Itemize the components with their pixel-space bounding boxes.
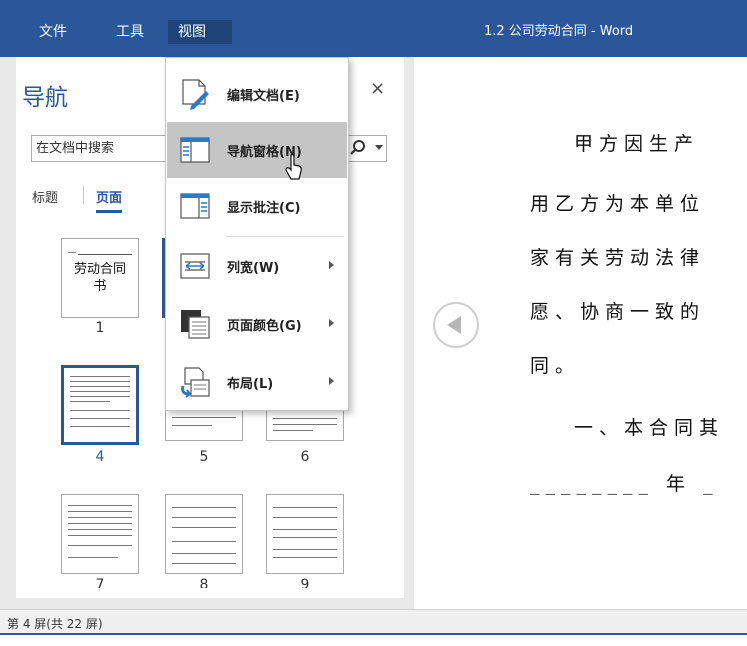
- thumbnail-page-number: 1: [95, 320, 105, 336]
- layout-icon: [181, 367, 210, 398]
- menu-item-label: 布局(L): [227, 377, 274, 392]
- document-text-line: 愿、协商一致的: [530, 301, 706, 323]
- column-width-icon: [180, 253, 210, 279]
- submenu-arrow-icon: [329, 261, 334, 269]
- menu-item-layout[interactable]: 布局(L): [167, 354, 347, 410]
- menu-item-label: 显示批注(C): [227, 201, 301, 216]
- page-thumbnail-4[interactable]: [61, 365, 139, 445]
- mouse-pointer-icon: [285, 154, 302, 180]
- document-text-line: 同。: [530, 355, 581, 377]
- menu-item-page-color[interactable]: 页面颜色(G): [167, 296, 347, 352]
- previous-screen-button[interactable]: [433, 302, 479, 348]
- submenu-arrow-icon: [329, 319, 334, 327]
- menu-item-label: 列宽(W): [227, 261, 280, 276]
- document-text-line: 用乙方为本单位: [530, 193, 706, 215]
- close-icon[interactable]: ×: [370, 78, 385, 99]
- document-text-line: ________ 年 _: [530, 473, 719, 495]
- menu-tools[interactable]: 工具: [106, 20, 154, 44]
- thumbnail-page-number: 7: [95, 577, 105, 588]
- nav-pane-title: 导航: [22, 85, 68, 111]
- screen-counter: 第 4 屏(共 22 屏): [7, 617, 103, 631]
- window-title: 1.2 公司劳动合同 - Word: [484, 24, 634, 39]
- document-text-line: 甲方因生产: [574, 133, 700, 155]
- thumbnail-page-number: 8: [199, 577, 209, 588]
- menu-file[interactable]: 文件: [29, 20, 77, 44]
- menu-item-show-comments[interactable]: 显示批注(C): [167, 178, 347, 234]
- thumbnail-page-number: 6: [300, 449, 310, 465]
- tab-divider: [83, 186, 84, 204]
- search-icon[interactable]: [348, 139, 368, 157]
- menu-item-edit-document[interactable]: 编辑文档(E): [167, 66, 347, 122]
- show-comments-icon: [180, 193, 210, 219]
- thumbnail-title: 劳动合同书: [73, 262, 126, 294]
- menu-item-label: 编辑文档(E): [227, 89, 300, 104]
- search-options-chevron-icon[interactable]: [375, 145, 383, 151]
- menu-item-column-width[interactable]: 列宽(W): [167, 238, 347, 294]
- navigation-pane-icon: [180, 137, 210, 163]
- document-text-line: 家有关劳动法律: [530, 247, 706, 269]
- thumbnail-page-number: 9: [300, 577, 310, 588]
- tab-pages[interactable]: 页面: [96, 187, 123, 213]
- page-thumbnail-5[interactable]: [165, 411, 243, 441]
- menu-item-label: 页面颜色(G): [227, 319, 302, 334]
- menu-separator: [226, 236, 344, 237]
- page-thumbnail-7[interactable]: [61, 494, 139, 574]
- page-color-icon: [181, 310, 210, 339]
- thumb-header-mark: [68, 252, 76, 253]
- view-menu-dropdown: 编辑文档(E) 导航窗格(N) 显示批注(C) 列宽(W) 页面颜色(G) 布局…: [165, 57, 349, 411]
- page-thumbnail-1[interactable]: 劳动合同书: [61, 238, 139, 318]
- thumbnail-page-number: 5: [199, 449, 209, 465]
- page-thumbnail-8[interactable]: [165, 494, 243, 574]
- edit-document-icon: [182, 79, 209, 110]
- status-bar: 第 4 屏(共 22 屏): [0, 609, 747, 635]
- thumbnail-page-number: 4: [95, 449, 105, 465]
- page-thumbnail-9[interactable]: [266, 494, 344, 574]
- document-text-line: 一、本合同其: [574, 417, 725, 439]
- thumb-rule: [78, 254, 132, 255]
- submenu-arrow-icon: [329, 377, 334, 385]
- menu-item-navigation-pane[interactable]: 导航窗格(N): [167, 122, 347, 178]
- tab-headings[interactable]: 标题: [32, 187, 58, 206]
- menu-view[interactable]: 视图: [168, 20, 232, 44]
